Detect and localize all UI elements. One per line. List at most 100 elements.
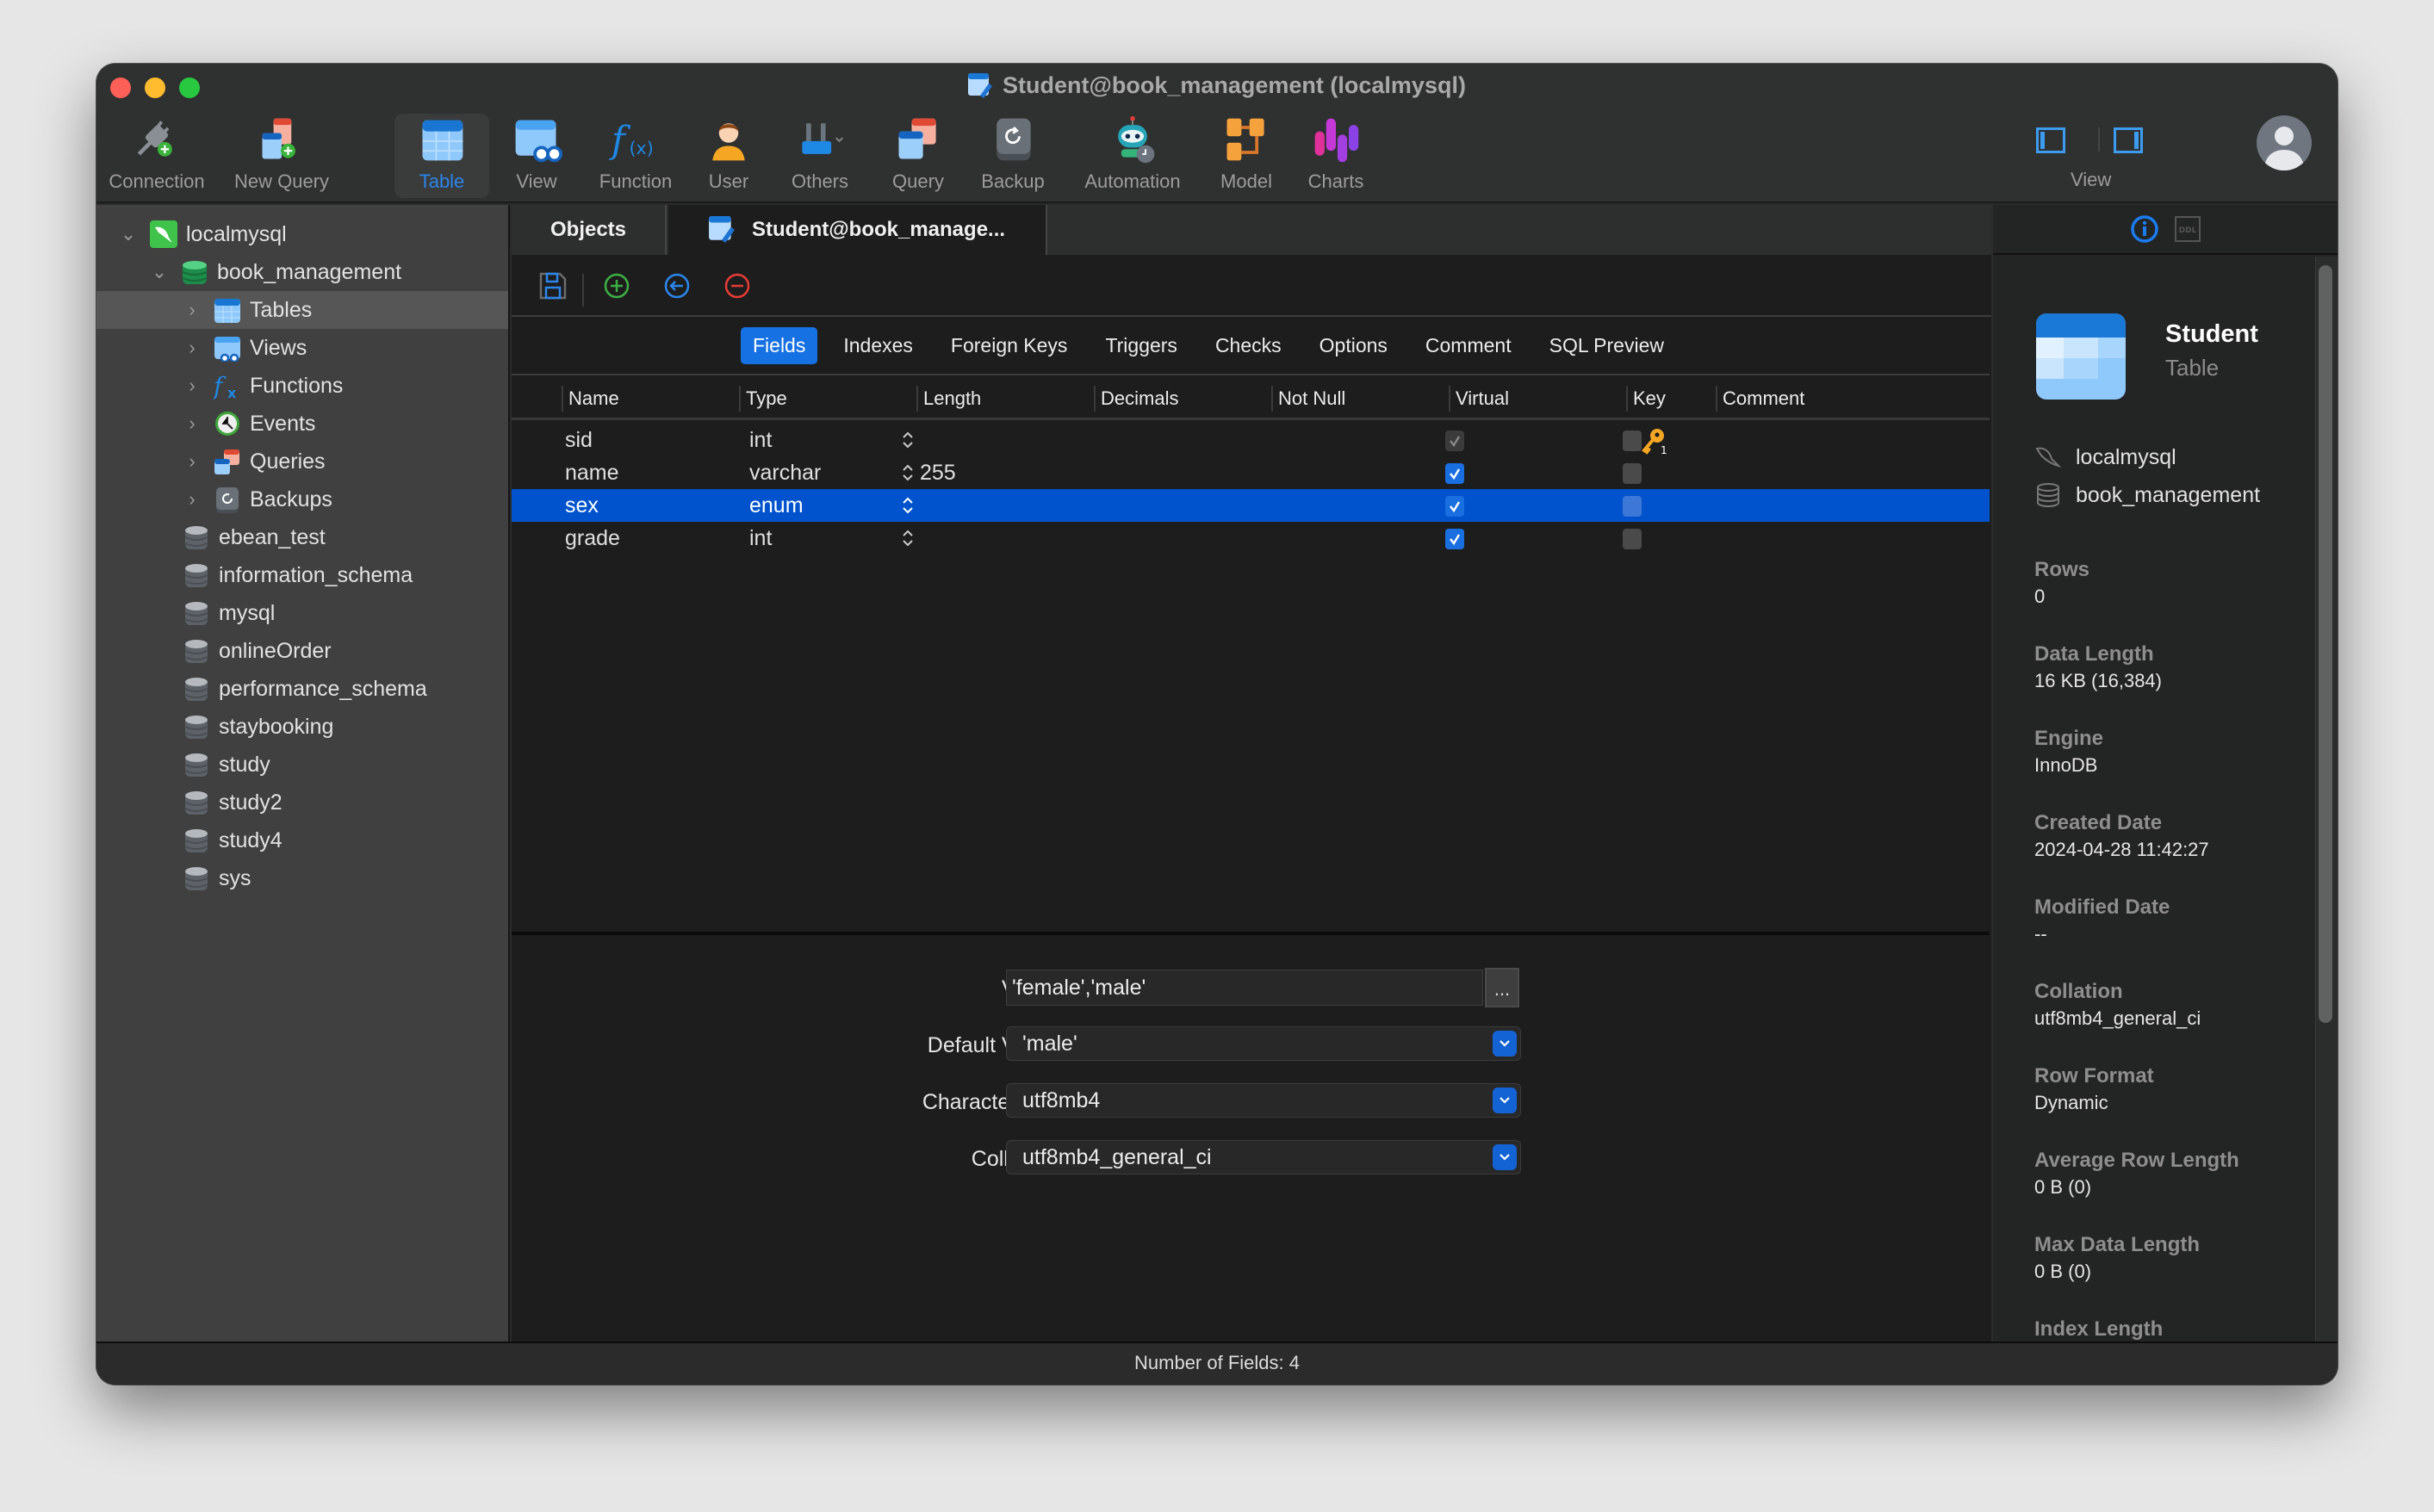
column-header-virtual[interactable]: Virtual (1449, 386, 1626, 412)
virtual-checkbox[interactable] (1623, 496, 1642, 517)
toolbar-query-button[interactable]: Query (877, 114, 959, 198)
column-header-comment[interactable]: Comment (1716, 386, 1990, 412)
tree-database-item[interactable]: study2 (96, 784, 508, 821)
type-stepper-icon[interactable] (901, 494, 915, 517)
virtual-checkbox[interactable] (1623, 529, 1642, 549)
tree-item-backups[interactable]: › Backups (96, 480, 508, 518)
toolbar-user-button[interactable]: User (694, 114, 763, 198)
not-null-checkbox[interactable] (1445, 529, 1464, 549)
save-icon[interactable] (537, 270, 568, 301)
tree-item-views[interactable]: › Views (96, 329, 508, 367)
tree-connection-localmysql[interactable]: ⌄ localmysql (96, 215, 508, 253)
chevron-down-icon[interactable]: ⌄ (150, 261, 169, 282)
tree-database-item[interactable]: ebean_test (96, 518, 508, 556)
toolbar-charts-button[interactable]: Charts (1297, 114, 1375, 198)
chevron-right-icon[interactable]: › (183, 488, 202, 510)
table-row[interactable]: sex enum (512, 489, 1990, 522)
tree-database-item[interactable]: study (96, 746, 508, 784)
column-header-type[interactable]: Type (739, 386, 916, 412)
tree-item-events[interactable]: › Events (96, 405, 508, 443)
virtual-checkbox[interactable] (1623, 431, 1642, 451)
column-header-not-null[interactable]: Not Null (1271, 386, 1449, 412)
tree-item-queries[interactable]: › Queries (96, 443, 508, 480)
toolbar-model-button[interactable]: Model (1208, 114, 1285, 198)
subtab-checks[interactable]: Checks (1203, 327, 1294, 364)
cell-type[interactable]: enum (749, 489, 804, 522)
column-header-name[interactable]: Name (562, 386, 739, 412)
cell-name[interactable]: sid (565, 424, 593, 456)
subtab-fields[interactable]: Fields (741, 326, 818, 364)
cell-type[interactable]: int (749, 424, 772, 456)
type-stepper-icon[interactable] (901, 462, 915, 484)
chevron-right-icon[interactable]: › (183, 299, 202, 320)
subtab-sql-preview[interactable]: SQL Preview (1537, 327, 1676, 364)
toolbar-view-button[interactable]: View (498, 114, 575, 198)
tree-item-functions[interactable]: › fx Functions (96, 367, 508, 405)
subtab-options[interactable]: Options (1307, 327, 1400, 364)
add-field-icon[interactable] (601, 270, 632, 301)
not-null-checkbox[interactable] (1445, 431, 1464, 451)
toolbar-backup-button[interactable]: Backup (970, 114, 1056, 198)
cell-length[interactable]: 255 (920, 456, 956, 489)
cell-name[interactable]: name (565, 456, 619, 489)
delete-field-icon[interactable] (722, 270, 753, 301)
cell-name[interactable]: grade (565, 522, 620, 555)
ddl-icon[interactable]: DDL (2175, 216, 2201, 242)
tree-item-tables[interactable]: › Tables (96, 291, 508, 329)
toolbar-table-button[interactable]: Table (394, 114, 489, 198)
tab-objects[interactable]: Objects (512, 205, 667, 255)
subtab-indexes[interactable]: Indexes (831, 327, 925, 364)
tree-database-item[interactable]: study4 (96, 821, 508, 859)
info-property: Modified Date -- (2034, 895, 2170, 945)
table-row[interactable]: sid int 1 (512, 424, 1990, 456)
tree-database-item[interactable]: staybooking (96, 708, 508, 746)
collation-select[interactable]: utf8mb4_general_ci (1006, 1140, 1521, 1174)
not-null-checkbox[interactable] (1445, 463, 1464, 484)
tree-database-item[interactable]: onlineOrder (96, 632, 508, 670)
toolbar-connection-button[interactable]: Connection (107, 114, 207, 198)
subtab-triggers[interactable]: Triggers (1093, 327, 1189, 364)
column-header-length[interactable]: Length (916, 386, 1094, 412)
toolbar-new-query-button[interactable]: New Query (226, 114, 338, 198)
info-panel-scrollbar[interactable] (2319, 265, 2332, 1023)
subtab-foreign-keys[interactable]: Foreign Keys (939, 327, 1080, 364)
info-icon[interactable] (2130, 214, 2159, 244)
toolbar-automation-button[interactable]: Automation (1070, 114, 1195, 198)
chevron-down-icon[interactable]: ⌄ (119, 223, 138, 245)
subtab-comment[interactable]: Comment (1413, 327, 1524, 364)
toggle-right-panel-icon[interactable] (2114, 127, 2143, 153)
chevron-right-icon[interactable]: › (183, 337, 202, 358)
edit-values-button[interactable]: ... (1485, 968, 1519, 1007)
not-null-checkbox[interactable] (1445, 496, 1464, 517)
toolbar-others-button[interactable]: Others (779, 114, 861, 198)
tree-database-item[interactable]: performance_schema (96, 670, 508, 708)
cell-name[interactable]: sex (565, 489, 599, 522)
avatar[interactable] (2257, 115, 2312, 170)
tree-database-item[interactable]: mysql (96, 594, 508, 632)
enum-value-input[interactable]: 'female','male' (1006, 970, 1483, 1006)
table-row[interactable]: name varchar 255 (512, 456, 1990, 489)
cell-type[interactable]: varchar (749, 456, 821, 489)
tab-student-table[interactable]: Student@book_manage... (668, 205, 1047, 255)
character-set-select[interactable]: utf8mb4 (1006, 1083, 1521, 1118)
table-row[interactable]: grade int (512, 522, 1990, 555)
chevron-right-icon[interactable]: › (183, 450, 202, 472)
type-stepper-icon[interactable] (901, 429, 915, 451)
column-header-decimals[interactable]: Decimals (1094, 386, 1271, 412)
cell-type[interactable]: int (749, 522, 772, 555)
insert-field-icon[interactable] (661, 270, 692, 301)
default-value-combo[interactable]: 'male' (1006, 1026, 1521, 1061)
tree-database-item[interactable]: information_schema (96, 556, 508, 594)
column-header-key[interactable]: Key (1626, 386, 1716, 412)
virtual-checkbox[interactable] (1623, 463, 1642, 484)
chevron-right-icon[interactable]: › (183, 412, 202, 434)
chevron-down-icon[interactable] (1493, 1031, 1517, 1057)
chevron-right-icon[interactable]: › (183, 375, 202, 396)
chevron-down-icon[interactable] (1493, 1144, 1517, 1170)
tree-database-item[interactable]: sys (96, 859, 508, 897)
type-stepper-icon[interactable] (901, 527, 915, 549)
chevron-down-icon[interactable] (1493, 1088, 1517, 1113)
toolbar-function-button[interactable]: f (x) Function (589, 114, 682, 198)
tree-database-book-management[interactable]: ⌄ book_management (96, 253, 508, 291)
toggle-left-panel-icon[interactable] (2036, 127, 2065, 153)
